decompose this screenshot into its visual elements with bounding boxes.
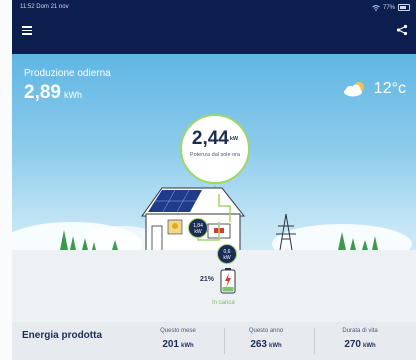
status-time-date: 11:52 Dom 21 nov — [20, 4, 69, 10]
status-date: Dom 21 nov — [36, 4, 69, 10]
solar-power-value: 2,44kW — [182, 129, 248, 149]
battery-soc: 21% — [200, 276, 215, 283]
battery-charging-icon[interactable] — [220, 268, 236, 294]
energy-flow-scene: Produzione odierna 2,89 kWh 12°c 2,44kW … — [12, 54, 416, 322]
battery-power-node[interactable]: 0,6 kW — [217, 244, 237, 264]
stat-number: 201 — [162, 339, 179, 350]
battery-percent: 77% — [382, 4, 395, 11]
left-margin — [0, 0, 12, 360]
stat-lifetime[interactable]: Durata di vita 270 kWh — [320, 328, 400, 350]
stat-number: 270 — [344, 339, 361, 350]
battery-status: In carica — [212, 300, 235, 306]
stat-label: Questo mese — [160, 328, 196, 334]
ground — [12, 250, 416, 322]
status-time: 11:52 — [20, 4, 35, 10]
house-consumption-node[interactable]: 1,84 kW — [188, 218, 208, 238]
solar-power-caption: Potenza dal sole ora — [189, 152, 241, 158]
stat-this-month[interactable]: Questo mese 201 kWh — [138, 328, 218, 350]
share-icon[interactable] — [396, 24, 408, 36]
solar-power-circle[interactable]: 2,44kW Potenza dal sole ora — [180, 114, 250, 184]
solar-power-unit: kW — [229, 136, 239, 142]
solar-power-number: 2,44 — [191, 128, 229, 149]
stat-unit: kWh — [363, 343, 376, 349]
stat-divider — [224, 328, 225, 354]
stat-label: Durata di vita — [342, 328, 378, 334]
menu-icon[interactable] — [22, 26, 32, 35]
stat-value: 270 kWh — [320, 339, 400, 350]
stat-unit: kWh — [181, 343, 194, 349]
energy-produced-title: Energia prodotta — [22, 330, 103, 341]
battery-power-unit: kW — [223, 255, 231, 261]
battery-icon — [398, 4, 410, 11]
stat-divider — [314, 328, 315, 354]
stat-label: Questo anno — [248, 328, 284, 334]
stat-value: 263 kWh — [226, 339, 306, 350]
app-header: 11:52 Dom 21 nov 77% — [12, 0, 416, 54]
house-power-unit: kW — [194, 229, 202, 235]
status-right: 77% — [372, 4, 410, 11]
app-frame: 11:52 Dom 21 nov 77% Produzione odierna — [0, 0, 416, 360]
energy-produced-panel: Energia prodotta Questo mese 201 kWh Ques… — [12, 322, 416, 360]
stat-value: 201 kWh — [138, 339, 218, 350]
stat-number: 263 — [250, 339, 267, 350]
wifi-icon — [372, 4, 380, 11]
stat-this-year[interactable]: Questo anno 263 kWh — [226, 328, 306, 350]
stat-unit: kWh — [269, 343, 282, 349]
